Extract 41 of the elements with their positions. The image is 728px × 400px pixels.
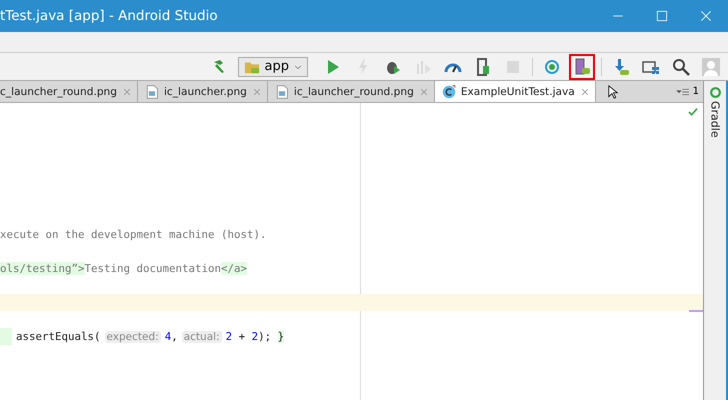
editor-tab[interactable]: ExampleUnitTest.java bbox=[434, 81, 596, 102]
code-text: , bbox=[171, 330, 178, 343]
number-literal: 2 bbox=[226, 330, 232, 343]
html-tag: </a> bbox=[221, 262, 248, 275]
avatar-button[interactable] bbox=[700, 56, 722, 78]
sync-icon bbox=[543, 58, 561, 76]
gradle-tab[interactable]: Gradle bbox=[708, 101, 722, 138]
number-literal: 2 bbox=[252, 330, 258, 343]
html-tag: ols/testing”> bbox=[0, 262, 85, 275]
close-tab-icon[interactable] bbox=[252, 86, 262, 96]
code-text: ); bbox=[258, 330, 272, 343]
close-icon[interactable] bbox=[699, 9, 713, 23]
run-config-dropdown[interactable]: app bbox=[238, 56, 308, 76]
tab-count: 1 bbox=[692, 86, 699, 97]
image-file-icon bbox=[274, 84, 289, 98]
parameter-hint: actual: bbox=[182, 330, 222, 342]
brace-highlight: } bbox=[278, 330, 284, 343]
avatar-icon bbox=[702, 58, 720, 76]
brace-highlight bbox=[0, 328, 12, 345]
image-file-icon bbox=[144, 84, 159, 98]
window-title: tTest.java [app] - Android Studio bbox=[0, 8, 219, 24]
check-icon bbox=[687, 106, 699, 118]
change-marker bbox=[689, 310, 703, 312]
parameter-hint: expected: bbox=[104, 330, 161, 342]
class-icon bbox=[442, 84, 456, 98]
code-comment: Testing documentation bbox=[84, 262, 222, 275]
code-text: assertEquals( bbox=[16, 330, 101, 343]
code-comment: xecute on the development machine (host). bbox=[0, 228, 267, 241]
number-literal: 4 bbox=[164, 330, 172, 343]
phone-android-button[interactable] bbox=[571, 56, 593, 78]
phone-android-icon bbox=[573, 58, 591, 76]
phone-bug-icon bbox=[474, 58, 492, 76]
close-tab-icon[interactable] bbox=[418, 86, 429, 96]
code-text: + bbox=[238, 330, 246, 343]
editor-tab[interactable]: c_launcher_round.png bbox=[0, 81, 138, 102]
gradle-icon bbox=[708, 86, 722, 99]
search-icon bbox=[672, 58, 690, 76]
close-tab-icon[interactable] bbox=[580, 86, 590, 96]
maximize-icon[interactable] bbox=[655, 9, 669, 23]
download-android-icon bbox=[612, 58, 630, 76]
close-tab-icon[interactable] bbox=[122, 86, 132, 96]
